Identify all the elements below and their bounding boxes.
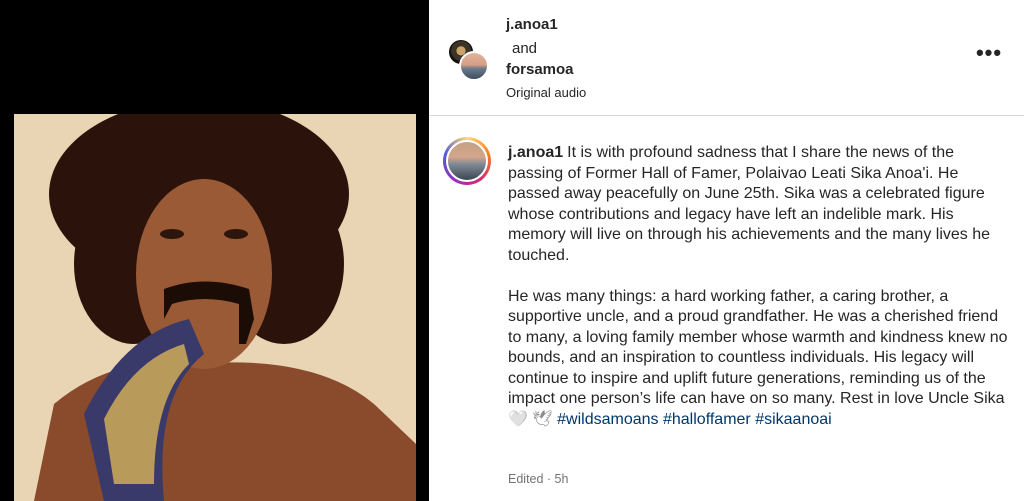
hashtag-wildsamoans[interactable]: #wildsamoans [557,411,658,428]
hashtag-halloffamer[interactable]: #halloffamer [663,411,751,428]
caption-paragraph-2: He was many things: a hard working fathe… [508,287,1008,431]
wrestler-photo [14,114,416,501]
collab-joiner: and [512,40,538,57]
post-header: j.anoa1 and forsamoa Original audio ••• [429,0,1024,116]
caption-text: j.anoa1 It is with profound sadness that … [508,143,1008,430]
avatar-owner2[interactable] [459,51,489,81]
more-options-icon[interactable]: ••• [974,42,1004,68]
owner2-username[interactable]: forsamoa [506,61,574,78]
post-media[interactable] [0,0,429,501]
heart-dove-emoji: 🤍 🕊 [508,410,553,428]
post-photo [14,114,416,501]
caption-body-2: He was many things: a hard working fathe… [508,287,1008,408]
avatar [446,140,488,182]
caption-comment: j.anoa1 It is with profound sadness that … [429,117,1024,501]
caption-avatar[interactable] [443,137,491,185]
caption-username[interactable]: j.anoa1 [508,144,563,161]
collab-avatars[interactable] [447,38,489,82]
hashtag-sikaanoai[interactable]: #sikaanoai [755,411,832,428]
post-details-panel: j.anoa1 and forsamoa Original audio ••• … [429,0,1024,501]
caption-paragraph-1: j.anoa1 It is with profound sadness that … [508,143,1008,266]
edited-timestamp: Edited · 5h [508,472,569,486]
caption-body-1: It is with profound sadness that I share… [508,144,991,264]
owner1-username[interactable]: j.anoa1 [506,16,558,33]
audio-label[interactable]: Original audio [506,85,586,100]
